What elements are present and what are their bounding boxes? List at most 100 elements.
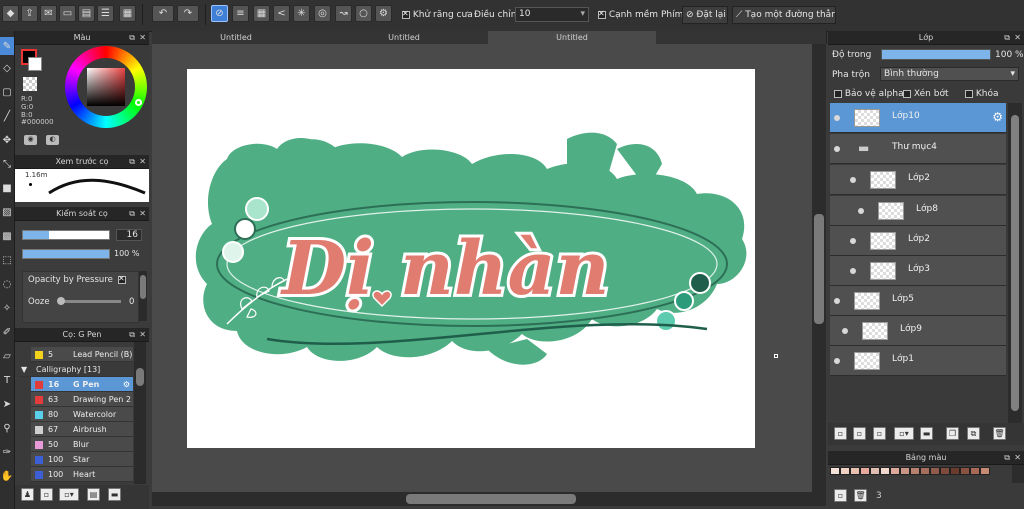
close-icon[interactable]: ✕ <box>139 207 146 220</box>
visibility-eye-icon[interactable] <box>858 208 864 214</box>
layer-row[interactable]: Lớp5 <box>830 286 1006 316</box>
new-brush-icon[interactable]: ▫ <box>40 488 53 501</box>
close-icon[interactable]: ✕ <box>139 328 146 341</box>
gradient-icon[interactable]: ▨ <box>0 203 14 221</box>
clipping-toggle[interactable]: Xén bớt <box>903 89 949 99</box>
close-icon[interactable]: ✕ <box>1014 31 1021 44</box>
snap-settings-icon[interactable]: ⚙ <box>375 5 392 22</box>
layer-row[interactable]: Lớp2 <box>830 165 1006 195</box>
palette-swatch[interactable] <box>930 467 940 475</box>
brush-list-scrollbar[interactable] <box>134 342 146 484</box>
snap-ellipse-icon[interactable]: ○ <box>355 5 372 22</box>
new-layer-8bit-icon[interactable]: ▫ <box>853 427 866 440</box>
tab-untitled-1[interactable]: Untitled <box>152 31 321 44</box>
palette-swatch[interactable] <box>890 467 900 475</box>
ooze-slider[interactable] <box>57 297 121 305</box>
layer-row[interactable]: Lớp9 <box>830 316 1006 346</box>
brush-opacity-slider[interactable] <box>22 249 110 259</box>
palette-swatch[interactable] <box>830 467 840 475</box>
picker-icon[interactable]: ✑ <box>0 443 14 461</box>
snap-grid-icon[interactable]: ▦ <box>253 5 270 22</box>
palette-swatch[interactable] <box>840 467 850 475</box>
visibility-eye-icon[interactable] <box>834 298 840 304</box>
brush-item[interactable]: 16 G Pen ⚙ <box>31 377 133 392</box>
marquee-icon[interactable]: ⬚ <box>0 251 14 269</box>
canvas-area[interactable]: Dị nhàn <box>152 44 826 492</box>
new-folder-icon[interactable]: ▬ <box>920 427 933 440</box>
snap-vanish-icon[interactable]: < <box>273 5 290 22</box>
bucket-icon[interactable]: ▩ <box>0 227 14 245</box>
layer-folder-row[interactable]: ▬ Thư mục4 <box>830 134 1006 164</box>
palette-swatch[interactable] <box>880 467 890 475</box>
palette-swatch[interactable] <box>940 467 950 475</box>
visibility-eye-icon[interactable] <box>842 328 848 334</box>
popout-icon[interactable]: ⧉ <box>129 207 135 220</box>
brush-item[interactable]: 80 Watercolor <box>31 407 133 422</box>
document-canvas[interactable]: Dị nhàn <box>187 69 755 448</box>
scroll-thumb[interactable] <box>140 275 146 299</box>
popout-icon[interactable]: ⧉ <box>1004 31 1010 44</box>
grid-icon[interactable]: ▦ <box>119 5 136 22</box>
brush-item[interactable]: 100 Star <box>31 452 133 467</box>
brush-item[interactable]: 63 Drawing Pen 2 <box>31 392 133 407</box>
select-pen-icon[interactable]: ✐ <box>0 323 14 341</box>
visibility-eye-icon[interactable] <box>834 146 840 152</box>
brush-item[interactable]: 67 Airbrush <box>31 422 133 437</box>
snap-radial-icon[interactable]: ✳ <box>293 5 310 22</box>
close-icon[interactable]: ✕ <box>1014 451 1021 464</box>
palette-swatch[interactable] <box>950 467 960 475</box>
brush-item[interactable]: 5 Lead Pencil (B) <box>31 347 133 362</box>
layer-opacity-slider[interactable] <box>881 49 991 60</box>
adjust-input[interactable]: 10 ▾ <box>515 7 589 22</box>
blend-mode-select[interactable]: Bình thường ▾ <box>880 67 1019 81</box>
speech-icon[interactable]: ▭ <box>59 5 76 22</box>
new-layer-1bit-icon[interactable]: ▫ <box>873 427 886 440</box>
select-rect-icon[interactable]: ▢ <box>0 83 14 101</box>
reset-button[interactable]: ⊘ Đặt lại <box>682 6 728 24</box>
layers-scrollbar[interactable] <box>1008 103 1022 423</box>
scroll-thumb[interactable] <box>406 494 576 504</box>
popout-icon[interactable]: ⧉ <box>129 155 135 168</box>
palette-swatch[interactable] <box>900 467 910 475</box>
palette-icon[interactable]: ◉ <box>24 135 37 145</box>
brush-size-slider[interactable] <box>22 230 110 240</box>
gear-icon[interactable]: ⚙ <box>123 377 130 392</box>
merge-layer-icon[interactable]: ⧉ <box>967 427 980 440</box>
saturation-square[interactable] <box>87 68 125 106</box>
visibility-eye-icon[interactable] <box>850 177 856 183</box>
brush-tool-icon[interactable]: ╱ <box>0 107 14 125</box>
new-layer-menu-icon[interactable]: ▫▾ <box>894 427 914 440</box>
snap-circle-icon[interactable]: ◎ <box>314 5 331 22</box>
gear-icon[interactable]: ⚙ <box>992 110 1003 124</box>
popout-icon[interactable]: ⧉ <box>129 31 135 44</box>
palette-swatch[interactable] <box>980 467 990 475</box>
swap-color-icon[interactable]: ◐ <box>46 135 59 145</box>
transparent-swatch[interactable] <box>23 77 37 91</box>
tab-untitled-3[interactable]: Untitled <box>488 31 657 44</box>
brush-category[interactable]: ▼ Calligraphy [13] <box>18 362 133 377</box>
delete-layer-icon[interactable]: 🗑 <box>993 427 1006 440</box>
snap-curve-icon[interactable]: ↝ <box>335 5 352 22</box>
layer-row[interactable]: Lớp8 <box>830 196 1006 226</box>
palette-delete-icon[interactable]: 🗑 <box>854 489 867 502</box>
scroll-thumb[interactable] <box>814 214 824 324</box>
hue-wheel[interactable] <box>65 46 147 128</box>
layer-row[interactable]: Lớp3 <box>830 256 1006 286</box>
transform-icon[interactable]: ⤡ <box>0 155 14 173</box>
export-icon[interactable]: ⇪ <box>21 5 38 22</box>
palette-swatch[interactable] <box>850 467 860 475</box>
popout-icon[interactable]: ⧉ <box>129 328 135 341</box>
text-tool-icon[interactable]: T <box>0 371 14 389</box>
layer-fill-icon[interactable]: ◆ <box>2 5 19 22</box>
palette-add-icon[interactable]: ▫ <box>834 489 847 502</box>
visibility-eye-icon[interactable] <box>834 115 840 121</box>
opacity-pressure-toggle[interactable] <box>118 274 126 285</box>
brush-size-input[interactable]: 16 <box>116 229 142 241</box>
protect-alpha-toggle[interactable]: Bảo vệ alpha <box>834 89 904 99</box>
canvas-v-scrollbar[interactable] <box>812 44 826 492</box>
new-layer-icon[interactable]: ▫ <box>834 427 847 440</box>
tab-untitled-2[interactable]: Untitled <box>320 31 489 44</box>
antialias-checkbox[interactable] <box>402 9 410 19</box>
layer-row[interactable]: Lớp1 <box>830 346 1006 376</box>
undo-button[interactable]: ↶ <box>152 5 174 22</box>
